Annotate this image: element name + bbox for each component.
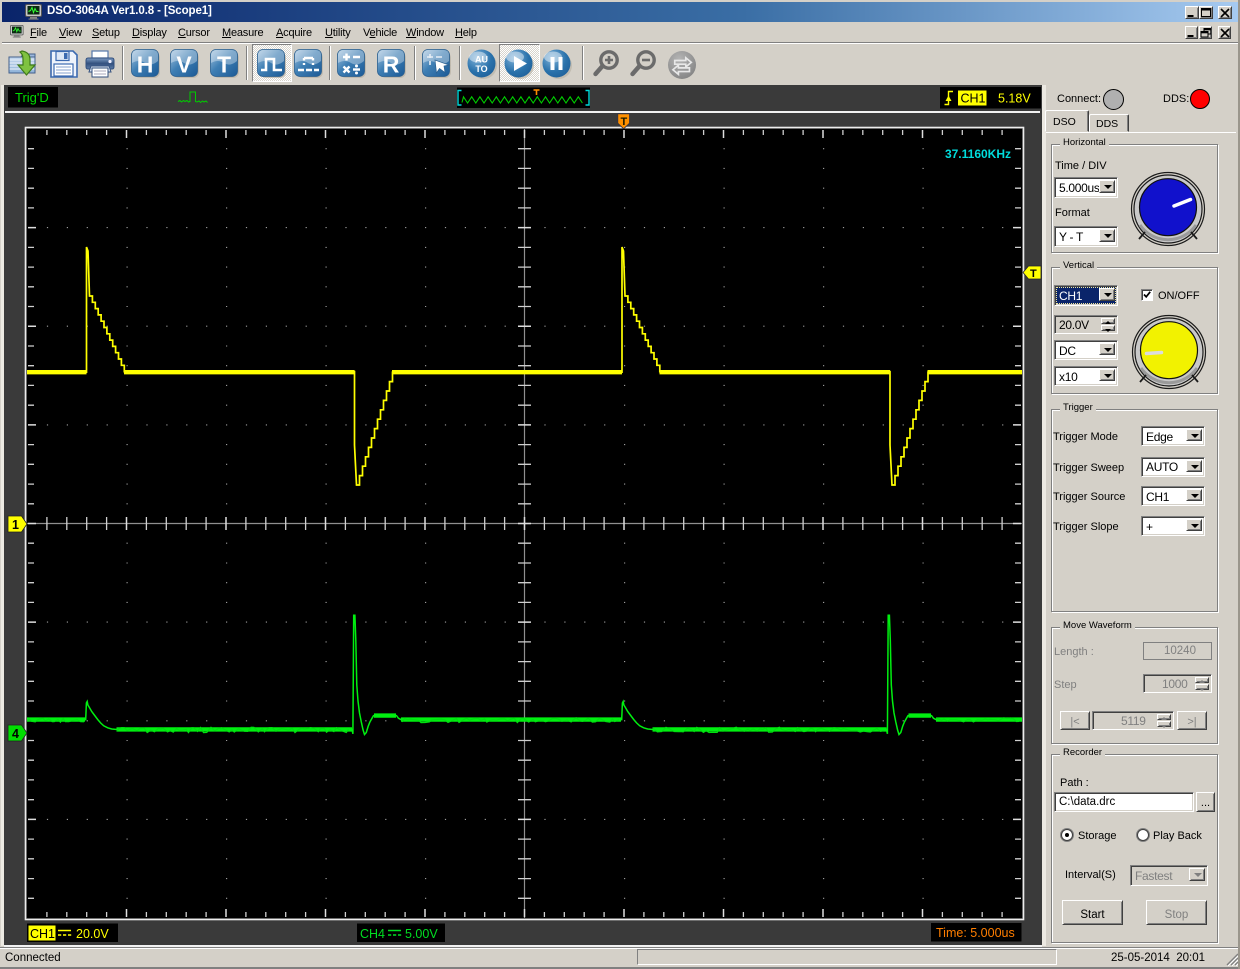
svg-text:CH1: CH1 <box>30 927 55 941</box>
svg-text:5.18V: 5.18V <box>998 92 1031 106</box>
svg-text:4: 4 <box>12 727 19 741</box>
svg-text:CH4: CH4 <box>360 927 385 941</box>
svg-text:Trig'D: Trig'D <box>15 90 49 105</box>
svg-text:T: T <box>621 116 628 128</box>
svg-text:T: T <box>1030 268 1037 280</box>
svg-text:CH1: CH1 <box>961 92 986 106</box>
svg-text:Time: 5.000us: Time: 5.000us <box>936 926 1015 940</box>
svg-text:5.00V: 5.00V <box>405 927 438 941</box>
svg-text:1: 1 <box>12 518 19 532</box>
svg-text:20.0V: 20.0V <box>76 927 109 941</box>
svg-text:37.1160KHz: 37.1160KHz <box>945 147 1011 161</box>
